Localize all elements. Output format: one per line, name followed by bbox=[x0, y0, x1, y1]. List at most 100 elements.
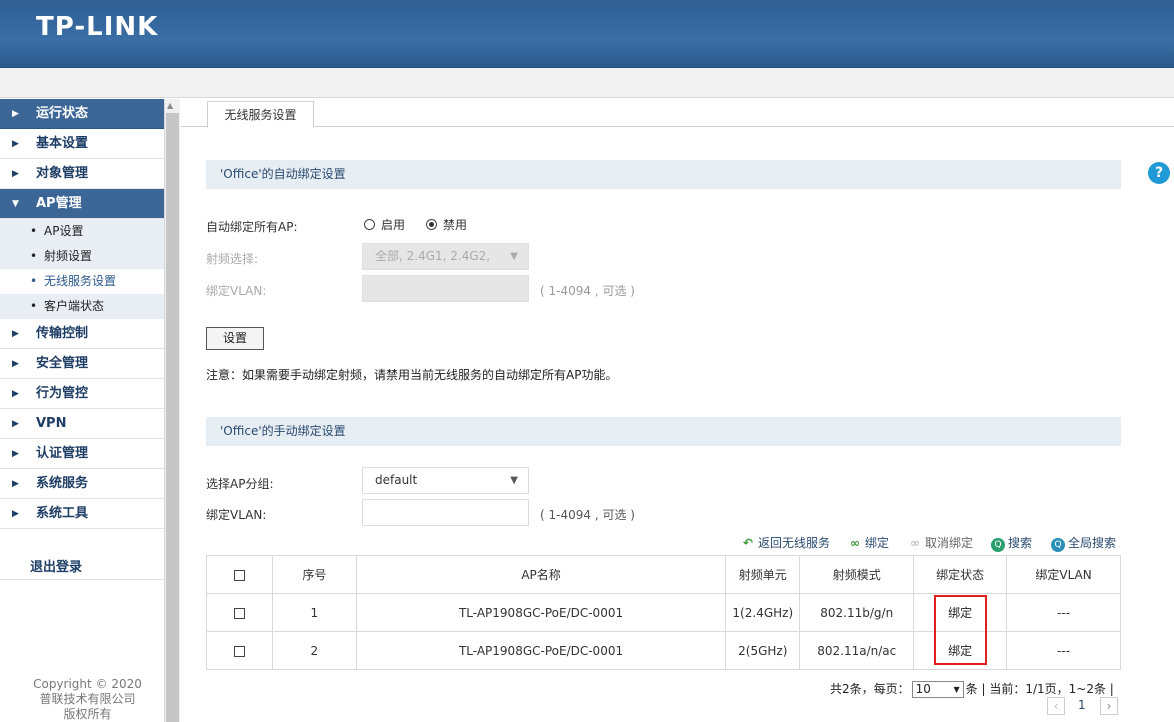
table-row[interactable]: 1 TL-AP1908GC-PoE/DC-0001 1(2.4GHz) 802.… bbox=[206, 593, 1121, 632]
chevron-right-icon: ▶ bbox=[12, 419, 19, 429]
row-select-cell bbox=[206, 593, 273, 632]
dropdown-arrow-icon: ▼ bbox=[510, 475, 518, 486]
logout-link[interactable]: 退出登录 bbox=[30, 556, 82, 575]
global-search-icon: Q bbox=[1051, 538, 1065, 552]
sidebar-item-basic-settings[interactable]: ▶ 基本设置 bbox=[0, 129, 164, 159]
sidebar: ▶ 运行状态 ▶ 基本设置 ▶ 对象管理 ▼ AP管理 • AP设置 • 射频设置 • 无线服… bbox=[0, 99, 165, 722]
chevron-right-icon: ▶ bbox=[12, 449, 19, 459]
note-text: 注意：如果需要手动绑定射频，请禁用当前无线服务的自动绑定所有AP功能。 bbox=[206, 368, 618, 382]
ap-group-label: 选择AP分组: bbox=[206, 477, 274, 491]
scroll-thumb[interactable] bbox=[166, 113, 179, 722]
sub-header-bar bbox=[0, 68, 1174, 98]
bind-button[interactable]: ∞ 绑定 bbox=[848, 534, 889, 551]
sidebar-item-transmission[interactable]: ▶ 传输控制 bbox=[0, 319, 164, 349]
sidebar-scrollbar[interactable]: ▲ bbox=[165, 99, 180, 722]
sidebar-subitem-wireless-service[interactable]: • 无线服务设置 bbox=[0, 269, 164, 294]
sidebar-item-ap-management[interactable]: ▼ AP管理 bbox=[0, 189, 164, 219]
row-bind-vlan: --- bbox=[1006, 593, 1121, 632]
select-all-cell bbox=[206, 555, 273, 594]
row-ap-name: TL-AP1908GC-PoE/DC-0001 bbox=[355, 593, 727, 632]
sidebar-item-security[interactable]: ▶ 安全管理 bbox=[0, 349, 164, 379]
sidebar-subitem-client-status[interactable]: • 客户端状态 bbox=[0, 294, 164, 319]
global-search-button[interactable]: Q 全局搜索 bbox=[1051, 534, 1116, 552]
row-radio-mode: 802.11b/g/n bbox=[799, 593, 915, 632]
row-bind-status[interactable]: 绑定 bbox=[945, 604, 975, 621]
ap-group-select[interactable]: default ▼ bbox=[362, 467, 529, 494]
auto-vlan-label: 绑定VLAN: bbox=[206, 284, 267, 298]
sidebar-item-auth[interactable]: ▶ 认证管理 bbox=[0, 439, 164, 469]
row-ap-name: TL-AP1908GC-PoE/DC-0001 bbox=[355, 631, 727, 670]
disable-radio-label: 禁用 bbox=[443, 218, 468, 232]
sidebar-item-system-tools[interactable]: ▶ 系统工具 bbox=[0, 499, 164, 529]
bullet-icon: • bbox=[30, 249, 38, 263]
unbind-button[interactable]: ∞ 取消绑定 bbox=[908, 534, 973, 551]
auto-vlan-hint: ( 1-4094 , 可选 ) bbox=[540, 284, 635, 298]
help-icon[interactable]: ? bbox=[1148, 162, 1170, 184]
sidebar-item-status[interactable]: ▶ 运行状态 bbox=[0, 99, 164, 129]
chevron-right-icon: ▶ bbox=[12, 479, 19, 489]
sidebar-item-system-services[interactable]: ▶ 系统服务 bbox=[0, 469, 164, 499]
page-next-button[interactable]: › bbox=[1100, 697, 1118, 715]
search-icon: Q bbox=[991, 538, 1005, 552]
manual-bind-section-title: 'Office'的手动绑定设置 bbox=[206, 417, 1121, 446]
search-button[interactable]: Q 搜索 bbox=[991, 534, 1032, 552]
freq-select-label: 射频选择: bbox=[206, 252, 259, 266]
row-select-cell bbox=[206, 631, 273, 670]
freq-select[interactable]: 全部, 2.4G1, 2.4G2, ▼ bbox=[362, 243, 529, 270]
row-radio-mode: 802.11a/n/ac bbox=[799, 631, 915, 670]
row-index: 1 bbox=[271, 593, 357, 632]
bind-all-label: 自动绑定所有AP: bbox=[206, 220, 298, 234]
auto-vlan-input[interactable] bbox=[362, 275, 529, 302]
sidebar-item-vpn[interactable]: ▶ VPN bbox=[0, 409, 164, 439]
chevron-right-icon: ▶ bbox=[12, 169, 19, 179]
table-row[interactable]: 2 TL-AP1908GC-PoE/DC-0001 2(5GHz) 802.11… bbox=[206, 631, 1121, 670]
tab-wireless-service[interactable]: 无线服务设置 bbox=[207, 101, 314, 128]
unlink-icon: ∞ bbox=[910, 536, 920, 550]
sidebar-subitem-ap-settings[interactable]: • AP设置 bbox=[0, 219, 164, 244]
col-bind-status: 绑定状态 bbox=[913, 555, 1008, 594]
row-bind-status-cell: 绑定 bbox=[913, 593, 1008, 632]
ap-bind-table: 序号 AP名称 射频单元 射频模式 绑定状态 绑定VLAN 1 TL-AP190… bbox=[206, 555, 1121, 670]
row-radio-unit: 2(5GHz) bbox=[725, 631, 801, 670]
select-all-checkbox[interactable] bbox=[233, 569, 245, 581]
sidebar-subitem-radio-settings[interactable]: • 射频设置 bbox=[0, 244, 164, 269]
back-arrow-icon: ↶ bbox=[742, 536, 754, 550]
top-header: TP-LINK bbox=[0, 0, 1174, 68]
link-icon: ∞ bbox=[850, 536, 860, 550]
row-index: 2 bbox=[271, 631, 357, 670]
manual-vlan-label: 绑定VLAN: bbox=[206, 508, 267, 522]
pagination-info: 共2条，每页： 10 ▼ 条 | 当前：1/1页，1~2条 | bbox=[830, 681, 1114, 698]
col-radio-mode: 射频模式 bbox=[799, 555, 915, 594]
manual-vlan-input[interactable] bbox=[362, 499, 529, 526]
divider bbox=[0, 579, 165, 580]
page-number[interactable]: 1 bbox=[1078, 698, 1086, 712]
per-page-select[interactable]: 10 ▼ bbox=[911, 681, 964, 698]
chevron-right-icon: ▶ bbox=[12, 389, 19, 399]
disable-radio[interactable] bbox=[426, 219, 437, 230]
row-bind-status-cell: 绑定 bbox=[913, 631, 1008, 670]
row-checkbox[interactable] bbox=[233, 645, 245, 657]
sidebar-item-behavior[interactable]: ▶ 行为管控 bbox=[0, 379, 164, 409]
enable-radio[interactable] bbox=[364, 219, 375, 230]
col-ap-name: AP名称 bbox=[355, 555, 727, 594]
enable-radio-label: 启用 bbox=[381, 218, 406, 232]
col-bind-vlan: 绑定VLAN bbox=[1006, 555, 1121, 594]
chevron-right-icon: ▶ bbox=[12, 139, 19, 149]
sidebar-item-object-management[interactable]: ▶ 对象管理 bbox=[0, 159, 164, 189]
auto-bind-section-title: 'Office'的自动绑定设置 bbox=[206, 160, 1121, 189]
table-header-row: 序号 AP名称 射频单元 射频模式 绑定状态 绑定VLAN bbox=[206, 555, 1121, 594]
bullet-icon: • bbox=[30, 274, 38, 288]
scroll-up-icon[interactable]: ▲ bbox=[167, 101, 173, 110]
col-radio-unit: 射频单元 bbox=[725, 555, 801, 594]
row-bind-status[interactable]: 绑定 bbox=[945, 642, 975, 659]
back-to-wireless-button[interactable]: ↶ 返回无线服务 bbox=[741, 534, 830, 551]
page-prev-button[interactable]: ‹ bbox=[1047, 697, 1065, 715]
chevron-right-icon: ▶ bbox=[12, 329, 19, 339]
chevron-right-icon: ▶ bbox=[12, 359, 19, 369]
set-button[interactable]: 设置 bbox=[206, 327, 264, 350]
dropdown-arrow-icon: ▼ bbox=[510, 251, 518, 262]
row-checkbox[interactable] bbox=[233, 607, 245, 619]
row-bind-vlan: --- bbox=[1006, 631, 1121, 670]
copyright: Copyright © 2020 普联技术有限公司 版权所有 bbox=[33, 677, 142, 721]
chevron-right-icon: ▶ bbox=[12, 509, 19, 519]
